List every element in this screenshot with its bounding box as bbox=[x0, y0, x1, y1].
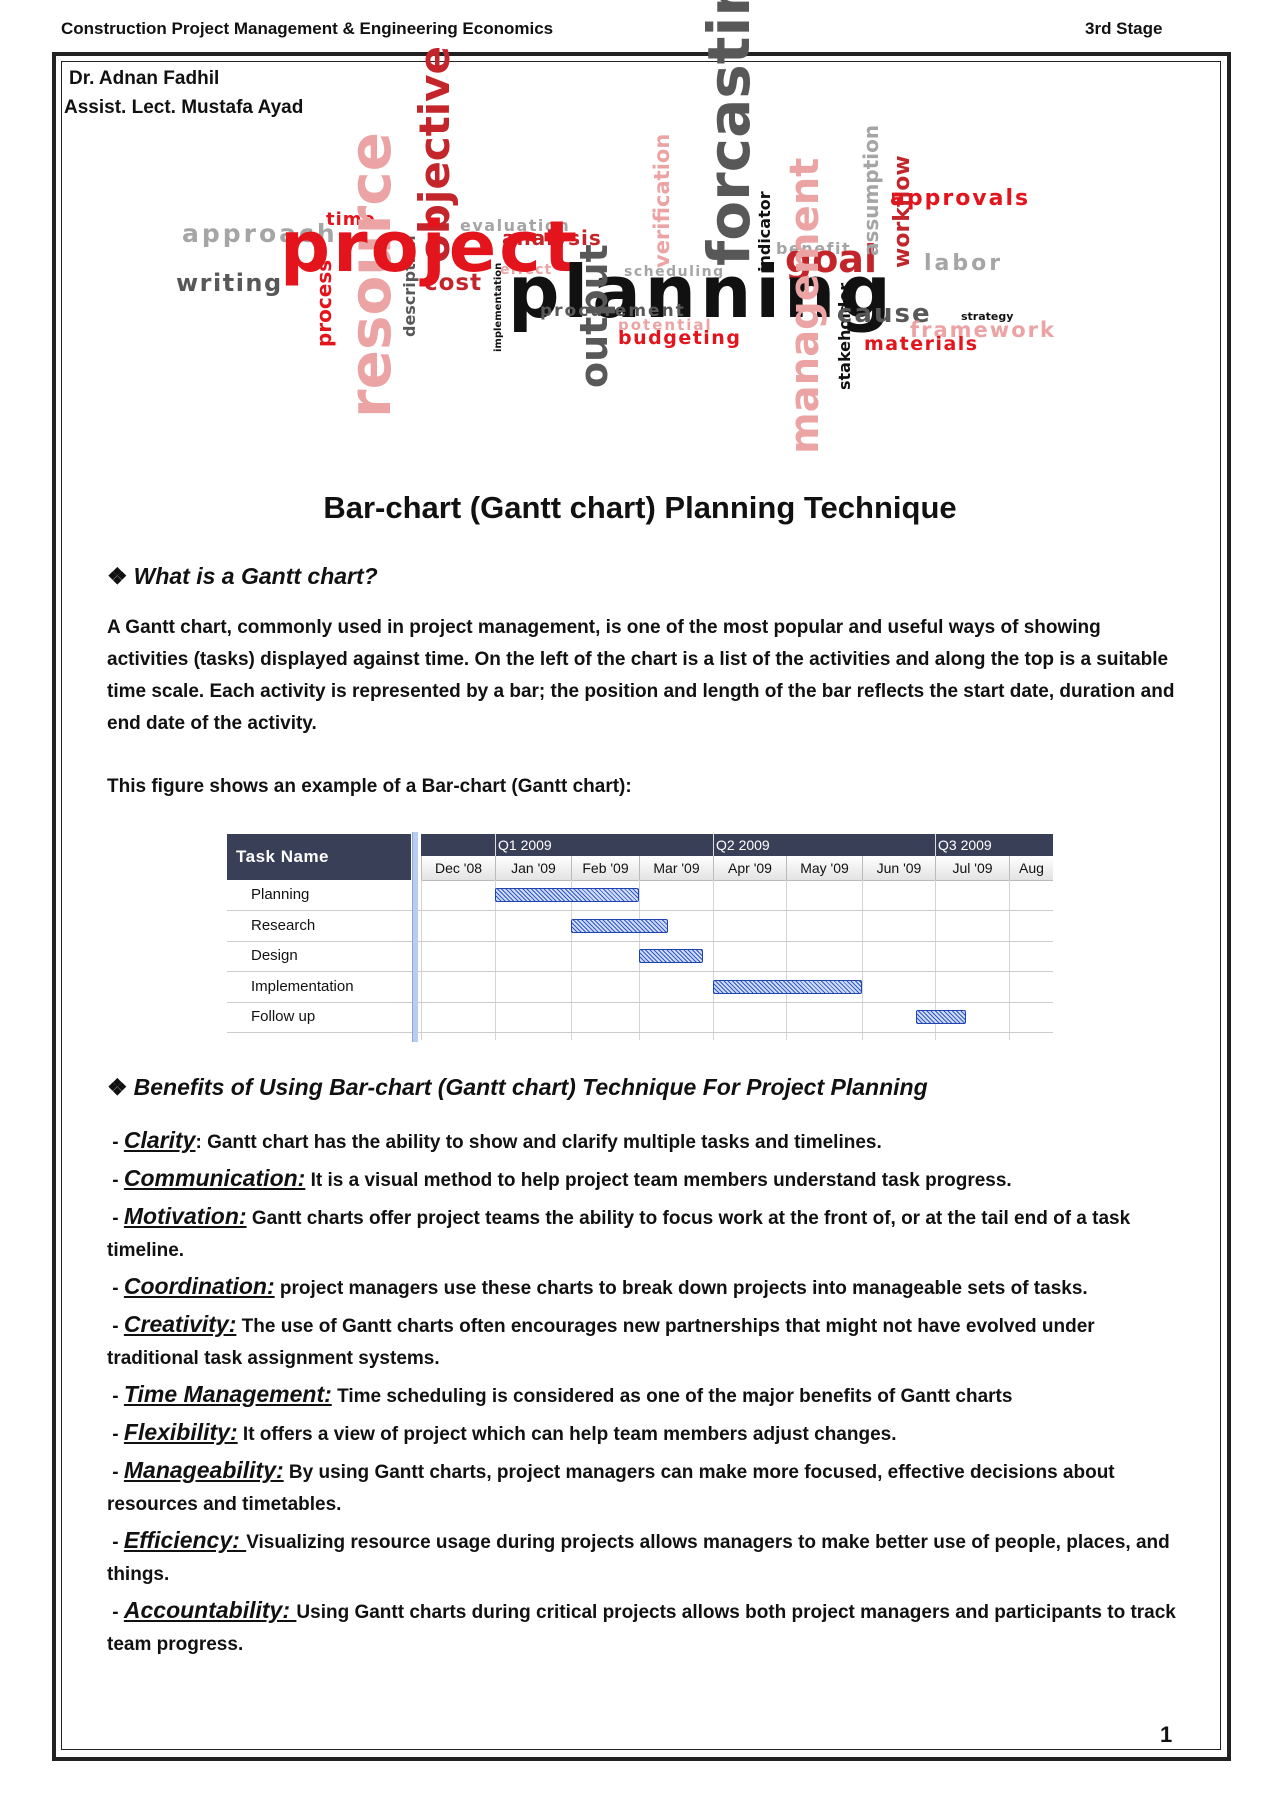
month-label: Dec '08 bbox=[421, 856, 495, 880]
task-name-header: Task Name bbox=[227, 834, 411, 880]
benefit-text: Visualizing resource usage during projec… bbox=[107, 1532, 1170, 1585]
quarter-label: Q3 2009 bbox=[935, 834, 992, 856]
dash: - bbox=[107, 1278, 124, 1299]
benefit-text: It offers a view of project which can he… bbox=[237, 1424, 897, 1445]
benefit-item: - Efficiency: Visualizing resource usage… bbox=[107, 1524, 1182, 1591]
benefit-item: - Accountability: Using Gantt charts dur… bbox=[107, 1594, 1182, 1661]
dash: - bbox=[107, 1462, 124, 1483]
benefit-term: Communication: bbox=[123, 1165, 306, 1191]
task-name: Implementation bbox=[251, 977, 354, 995]
task-bar[interactable] bbox=[713, 979, 862, 994]
month-label: Apr '09 bbox=[713, 856, 786, 880]
benefit-term: Efficiency: bbox=[123, 1527, 247, 1553]
page-title: Bar-chart (Gantt chart) Planning Techniq… bbox=[323, 490, 957, 525]
word-cloud-word: labor bbox=[924, 250, 1004, 276]
diamond-bullet-icon: ❖ bbox=[107, 1074, 128, 1100]
benefit-text: Time scheduling is considered as one of … bbox=[331, 1386, 1013, 1407]
task-bar[interactable] bbox=[639, 949, 704, 963]
dash: - bbox=[107, 1208, 124, 1229]
month-label: May '09 bbox=[786, 856, 862, 880]
word-cloud-word: verification bbox=[650, 133, 674, 268]
task-bar[interactable] bbox=[915, 1010, 967, 1024]
task-name: Research bbox=[251, 916, 316, 934]
benefit-text: Gantt charts offer project teams the abi… bbox=[107, 1208, 1131, 1261]
month-label: Jul '09 bbox=[935, 856, 1009, 880]
dash: - bbox=[107, 1170, 124, 1191]
benefit-text: The use of Gantt charts often encourages… bbox=[107, 1316, 1095, 1369]
quarter-header-row: Q1 2009 Q2 2009 Q3 2009 bbox=[421, 834, 1053, 856]
benefit-item: - Clarity: Gantt chart has the ability t… bbox=[107, 1124, 1182, 1159]
benefit-item: - Creativity: The use of Gantt charts of… bbox=[107, 1308, 1182, 1375]
dash: - bbox=[107, 1316, 124, 1337]
month-header-row: Dec '08 Jan '09 Feb '09 Mar '09 Apr '09 May '… bbox=[421, 856, 1053, 881]
benefit-term: Motivation: bbox=[123, 1203, 247, 1229]
benefit-item: - Motivation: Gantt charts offer project… bbox=[107, 1200, 1182, 1267]
benefit-text: : Gantt chart has the ability to show an… bbox=[195, 1132, 882, 1153]
gantt-row: Implementation bbox=[227, 972, 1053, 1003]
dash: - bbox=[107, 1532, 124, 1553]
benefit-item: - Time Management: Time scheduling is co… bbox=[107, 1378, 1182, 1413]
benefit-text: It is a visual method to help project te… bbox=[305, 1170, 1012, 1191]
pane-divider[interactable] bbox=[412, 832, 418, 1042]
quarter-label: Q1 2009 bbox=[495, 834, 552, 856]
task-name: Planning bbox=[251, 886, 310, 903]
word-cloud-word: writing bbox=[176, 269, 283, 298]
word-cloud-word: implementation bbox=[493, 262, 504, 352]
benefit-term: Coordination: bbox=[123, 1273, 275, 1299]
task-name: Follow up bbox=[251, 1008, 316, 1025]
task-name: Design bbox=[251, 947, 298, 964]
dash: - bbox=[107, 1386, 124, 1407]
section-heading-what-is: ❖ What is a Gantt chart? bbox=[107, 563, 378, 590]
page-number: 1 bbox=[1160, 1722, 1173, 1747]
month-label: Aug bbox=[1009, 856, 1053, 880]
section-heading-benefits: ❖ Benefits of Using Bar-chart (Gantt char… bbox=[107, 1074, 928, 1101]
word-cloud-word: assumption bbox=[859, 124, 883, 256]
task-bar[interactable] bbox=[571, 918, 668, 933]
word-cloud-word: management bbox=[782, 157, 828, 454]
dash: - bbox=[107, 1424, 124, 1445]
benefit-text: project managers use these charts to bre… bbox=[274, 1278, 1088, 1299]
benefit-item: - Communication: It is a visual method t… bbox=[107, 1162, 1182, 1197]
gantt-chart: Task Name Q1 2009 Q2 2009 Q3 2009 Dec '08 J… bbox=[227, 832, 1053, 1044]
benefit-item: - Flexibility: It offers a view of proje… bbox=[107, 1416, 1182, 1451]
benefit-term: Accountability: bbox=[123, 1597, 297, 1623]
word-cloud-word: budgeting bbox=[618, 327, 742, 350]
dash: - bbox=[107, 1602, 124, 1623]
month-label: Jan '09 bbox=[495, 856, 571, 880]
month-label: Mar '09 bbox=[639, 856, 713, 880]
dash: - bbox=[107, 1132, 124, 1153]
word-cloud-word: materials bbox=[864, 333, 979, 356]
word-cloud-word: workflow bbox=[890, 155, 915, 268]
word-cloud-word: forcasting bbox=[695, 0, 763, 266]
heading-text: What is a Gantt chart? bbox=[133, 563, 378, 589]
word-cloud-word: output bbox=[572, 244, 616, 388]
benefit-item: - Manageability: By using Gantt charts, … bbox=[107, 1454, 1182, 1521]
month-label: Feb '09 bbox=[571, 856, 639, 880]
month-label: Jun '09 bbox=[862, 856, 935, 880]
benefit-term: Clarity bbox=[123, 1127, 196, 1153]
benefit-term: Time Management: bbox=[123, 1381, 332, 1407]
task-bar[interactable] bbox=[495, 888, 639, 902]
benefit-item: - Coordination: project managers use the… bbox=[107, 1270, 1182, 1305]
benefit-term: Creativity: bbox=[123, 1311, 237, 1337]
benefit-term: Flexibility: bbox=[123, 1419, 238, 1445]
word-cloud-word: approvals bbox=[890, 185, 1031, 211]
gantt-row: Planning bbox=[227, 880, 1053, 911]
document-page: Construction Project Management & Engine… bbox=[0, 0, 1280, 1810]
benefit-term: Manageability: bbox=[123, 1457, 284, 1483]
word-cloud-image: approach time objective evaluation analysis v… bbox=[0, 0, 1280, 470]
heading-text: Benefits of Using Bar-chart (Gantt chart… bbox=[133, 1074, 928, 1100]
figure-intro: This figure shows an example of a Bar-ch… bbox=[107, 776, 632, 797]
quarter-label: Q2 2009 bbox=[713, 834, 770, 856]
intro-paragraph: A Gantt chart, commonly used in project … bbox=[107, 617, 1175, 734]
diamond-bullet-icon: ❖ bbox=[107, 563, 128, 589]
benefits-list: - Clarity: Gantt chart has the ability t… bbox=[107, 1124, 1182, 1664]
